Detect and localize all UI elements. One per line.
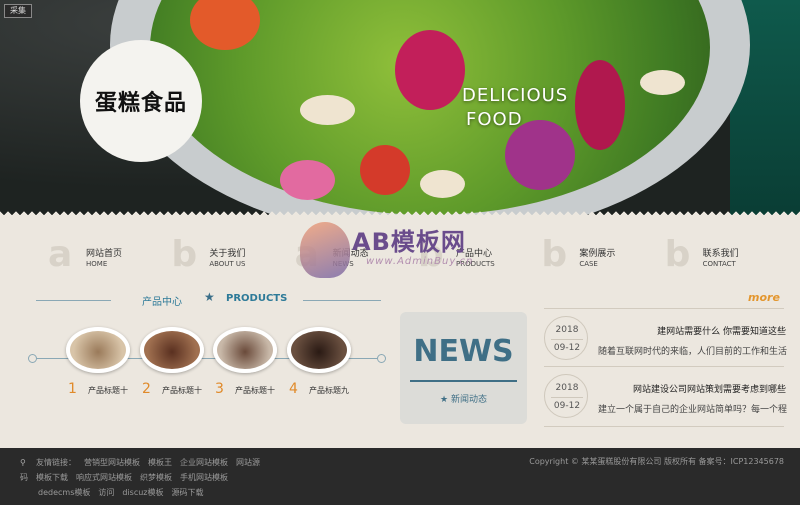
hero-zigzag-edge (0, 210, 800, 218)
product-number: 4 (289, 381, 298, 397)
footer: ⚲ 友情链接： 营销型网站模板 模板王 企业网站模板 网站源 码模板下载 响应式网站模板 织梦… (0, 448, 800, 505)
divider (303, 300, 381, 301)
copyright: Copyright © 某某蛋糕股份有限公司 版权所有 备案号：ICP12345… (529, 457, 784, 466)
nav-bg-glyph: b (664, 234, 691, 275)
news-date-year: 2018 (555, 325, 579, 335)
hero-bean-3 (640, 70, 685, 95)
friend-link[interactable]: 营销型网站模板 (84, 458, 140, 467)
products-heading-zh[interactable]: 产品中心 (142, 293, 182, 308)
news-tile-title: NEWS (413, 334, 514, 369)
divider (544, 308, 784, 309)
news-summary: 随着互联网时代的来临，人们目前的工作和生活 (598, 347, 788, 357)
nav-item-case[interactable]: b 案例展示 CASE (533, 232, 656, 278)
friend-link[interactable]: 手机网站模板 (180, 473, 228, 482)
hero-tomato-2 (360, 145, 410, 195)
divider (551, 339, 583, 340)
divider (544, 426, 784, 427)
news-summary: 建立一个属于自己的企业网站简单吗？每一个程 (598, 405, 788, 415)
product-card[interactable]: 1 产品标题十 (66, 327, 132, 397)
product-number: 3 (215, 381, 224, 397)
friend-links: ⚲ 友情链接： 营销型网站模板 模板王 企业网站模板 网站源 码模板下载 响应式网站模板 织梦… (20, 455, 320, 500)
divider (36, 300, 111, 301)
collect-button[interactable]: 采集 (4, 4, 32, 18)
divider (544, 366, 784, 367)
product-image[interactable] (140, 327, 204, 373)
news-date-day: 09-12 (553, 401, 581, 411)
nav-item-label: 关于我们 (209, 249, 246, 259)
news-item[interactable]: 2018 09-12 建网站需要什么 你需要知道这些 随着互联网时代的来临，人们… (544, 316, 790, 366)
nav-item-label: 案例展示 (579, 249, 616, 259)
site-logo[interactable]: 蛋糕食品 (80, 40, 202, 162)
product-title[interactable]: 产品标题十 (88, 385, 128, 396)
product-card[interactable]: 3 产品标题十 (213, 327, 279, 397)
nav-item-sublabel: ABOUT US (209, 260, 246, 268)
track-dot-right-icon (377, 354, 386, 363)
friend-link[interactable]: 访问 (98, 488, 114, 497)
watermark-brand: AB模板网 (352, 228, 466, 256)
hero-title-line1: DELICIOUS (462, 85, 569, 106)
product-number: 2 (142, 381, 151, 397)
product-number: 1 (68, 381, 77, 397)
logo-text: 蛋糕食品 (94, 91, 187, 116)
products-heading-en[interactable]: PRODUCTS (226, 293, 287, 304)
product-image[interactable] (66, 327, 130, 373)
divider (410, 380, 517, 382)
friend-link[interactable]: 网站源 (236, 458, 260, 467)
nav-item-about[interactable]: b 关于我们 ABOUT US (163, 232, 286, 278)
more-link[interactable]: more (748, 291, 780, 304)
nav-item-sublabel: HOME (86, 260, 108, 268)
star-icon: ★ (204, 290, 215, 304)
product-image[interactable] (287, 327, 351, 373)
watermark: AB模板网 www.AdminBuy.cn (300, 218, 520, 288)
nav-item-contact[interactable]: b 联系我们 CONTACT (657, 232, 780, 278)
watermark-logo-icon (300, 222, 350, 278)
product-image[interactable] (213, 327, 277, 373)
hero-flower-2 (575, 60, 625, 150)
friend-link[interactable]: 织梦模板 (140, 473, 172, 482)
product-title[interactable]: 产品标题十 (162, 385, 202, 396)
friend-links-label: 友情链接： (36, 458, 76, 467)
friend-link[interactable]: 码 (20, 473, 28, 482)
divider (551, 397, 583, 398)
product-card[interactable]: 4 产品标题九 (287, 327, 353, 397)
watermark-url: www.AdminBuy.cn (366, 256, 474, 267)
news-item[interactable]: 2018 09-12 网站建设公司网站策划需要考虑到哪些 建立一个属于自己的企业… (544, 374, 790, 424)
news-date-day: 09-12 (553, 343, 581, 353)
hero-banner: 采集 蛋糕食品 DELICIOUS FOOD (0, 0, 800, 218)
track-dot-left-icon (28, 354, 37, 363)
hero-bean-2 (420, 170, 465, 198)
products-heading: 产品中心 ★ PRODUCTS (36, 290, 381, 310)
hero-title: DELICIOUS FOOD (462, 84, 568, 132)
hero-flower (395, 30, 465, 110)
nav-bg-glyph: b (541, 234, 568, 275)
product-card[interactable]: 2 产品标题十 (140, 327, 206, 397)
friend-link[interactable]: 模板下载 (36, 473, 68, 482)
hero-bean (300, 95, 355, 125)
friend-link[interactable]: 企业网站模板 (180, 458, 228, 467)
nav-item-home[interactable]: a 网站首页 HOME (40, 232, 163, 278)
product-title[interactable]: 产品标题十 (235, 385, 275, 396)
news-date-year: 2018 (555, 383, 579, 393)
nav-bg-glyph: a (48, 234, 73, 275)
nav-item-sublabel: CASE (579, 260, 598, 268)
friend-link[interactable]: 模板王 (148, 458, 172, 467)
news-tile[interactable]: NEWS ★ 新闻动态 (400, 312, 527, 424)
nav-item-sublabel: CONTACT (702, 260, 736, 268)
link-icon: ⚲ (20, 458, 26, 467)
nav-item-label: 网站首页 (86, 249, 123, 259)
friend-link[interactable]: 响应式网站模板 (76, 473, 132, 482)
product-title[interactable]: 产品标题九 (309, 385, 349, 396)
news-tile-subtitle: ★ 新闻动态 (440, 395, 487, 405)
nav-bg-glyph: b (171, 234, 198, 275)
news-date: 2018 09-12 (544, 374, 588, 418)
hero-radish (280, 160, 335, 200)
hero-title-line2: FOOD (466, 109, 523, 130)
friend-link[interactable]: 源码下载 (172, 488, 204, 497)
nav-item-label: 联系我们 (702, 249, 739, 259)
news-date: 2018 09-12 (544, 316, 588, 360)
news-title[interactable]: 建网站需要什么 你需要知道这些 (657, 324, 786, 337)
news-title[interactable]: 网站建设公司网站策划需要考虑到哪些 (633, 382, 786, 395)
friend-link[interactable]: dedecms模板 (20, 488, 90, 497)
friend-link[interactable]: discuz模板 (122, 488, 163, 497)
